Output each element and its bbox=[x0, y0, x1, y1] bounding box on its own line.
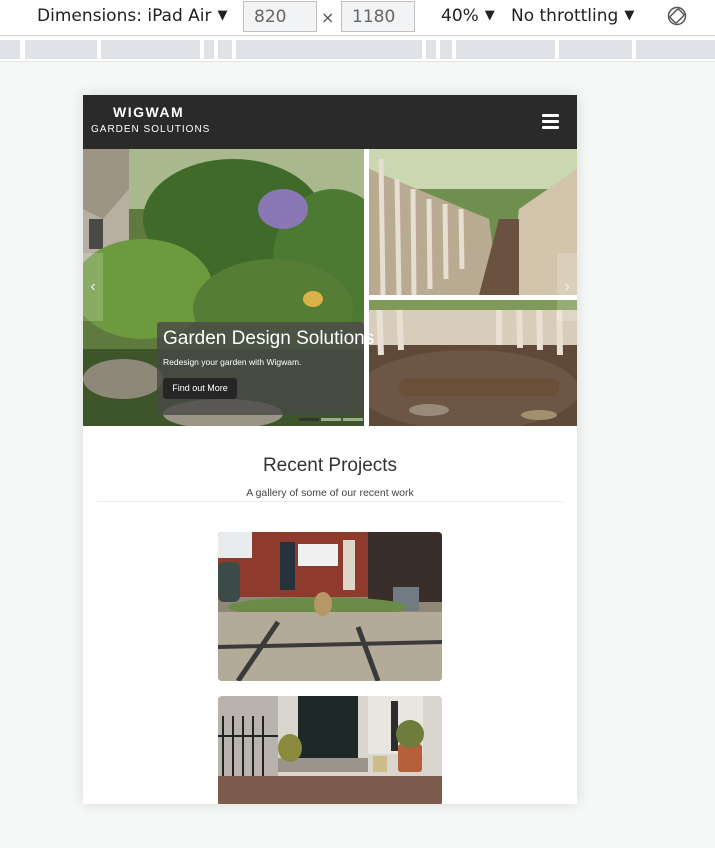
hamburger-menu-icon[interactable] bbox=[542, 114, 559, 129]
media-query-segment[interactable] bbox=[204, 40, 214, 59]
media-query-segment[interactable] bbox=[456, 40, 555, 59]
brand-tagline[interactable]: GARDEN SOLUTIONS bbox=[91, 124, 210, 135]
hero-caption: Garden Design Solutions Redesign your ga… bbox=[157, 322, 374, 415]
media-query-segment[interactable] bbox=[218, 40, 232, 59]
throttle-label: No throttling bbox=[511, 6, 619, 26]
carousel-next-button[interactable]: › bbox=[557, 253, 577, 321]
device-select-label: Dimensions: iPad Air bbox=[37, 6, 212, 26]
projects-title: Recent Projects bbox=[262, 455, 398, 476]
hero-carousel: ‹ › Garden Design Solutions Redesign you… bbox=[83, 149, 577, 426]
media-query-segment[interactable] bbox=[636, 40, 715, 59]
fence-path-photo bbox=[369, 149, 577, 295]
chevron-down-icon: ▼ bbox=[484, 8, 495, 23]
media-query-segment[interactable] bbox=[426, 40, 436, 59]
chevron-down-icon: ▼ bbox=[624, 8, 635, 23]
media-query-segment[interactable] bbox=[25, 40, 97, 59]
carousel-indicator[interactable] bbox=[343, 418, 363, 421]
zoom-label: 40% bbox=[441, 6, 479, 26]
hero-title: Garden Design Solutions bbox=[163, 328, 375, 349]
device-toolbar: Dimensions: iPad Air ▼ 820 × 1180 40% ▼ No… bbox=[0, 0, 715, 36]
width-input[interactable]: 820 bbox=[243, 1, 317, 32]
rotate-icon[interactable] bbox=[667, 6, 687, 26]
carousel-indicator[interactable] bbox=[321, 418, 341, 421]
hero-subtitle: Redesign your garden with Wigwam. bbox=[163, 357, 302, 367]
project-card[interactable] bbox=[218, 532, 442, 681]
height-input[interactable]: 1180 bbox=[341, 1, 415, 32]
zoom-select[interactable]: 40% ▼ bbox=[441, 6, 495, 26]
project-card[interactable] bbox=[218, 696, 442, 804]
project-photo bbox=[218, 696, 442, 804]
brand-name[interactable]: WIGWAM bbox=[113, 104, 184, 120]
carousel-indicator[interactable] bbox=[299, 418, 319, 421]
projects-subtitle: A gallery of some of our recent work bbox=[246, 487, 414, 499]
media-query-segment[interactable] bbox=[236, 40, 422, 59]
device-viewport: WIGWAM GARDEN SOLUTIONS ‹ › Garden Desig… bbox=[83, 95, 577, 804]
media-query-segment[interactable] bbox=[440, 40, 452, 59]
media-query-bar bbox=[0, 37, 715, 62]
section-divider bbox=[97, 501, 563, 502]
throttle-select[interactable]: No throttling ▼ bbox=[511, 6, 634, 26]
find-out-more-button[interactable]: Find out More bbox=[163, 378, 237, 399]
media-query-segment[interactable] bbox=[0, 40, 20, 59]
project-photo bbox=[218, 532, 442, 681]
media-query-segment[interactable] bbox=[559, 40, 632, 59]
times-icon: × bbox=[321, 8, 335, 27]
fence-path-photo-2 bbox=[369, 300, 577, 426]
media-query-segment[interactable] bbox=[101, 40, 200, 59]
device-select[interactable]: Dimensions: iPad Air ▼ bbox=[37, 6, 228, 26]
site-navbar: WIGWAM GARDEN SOLUTIONS bbox=[83, 95, 577, 149]
carousel-indicators bbox=[299, 408, 365, 426]
chevron-down-icon: ▼ bbox=[217, 8, 228, 23]
carousel-prev-button[interactable]: ‹ bbox=[83, 253, 103, 321]
